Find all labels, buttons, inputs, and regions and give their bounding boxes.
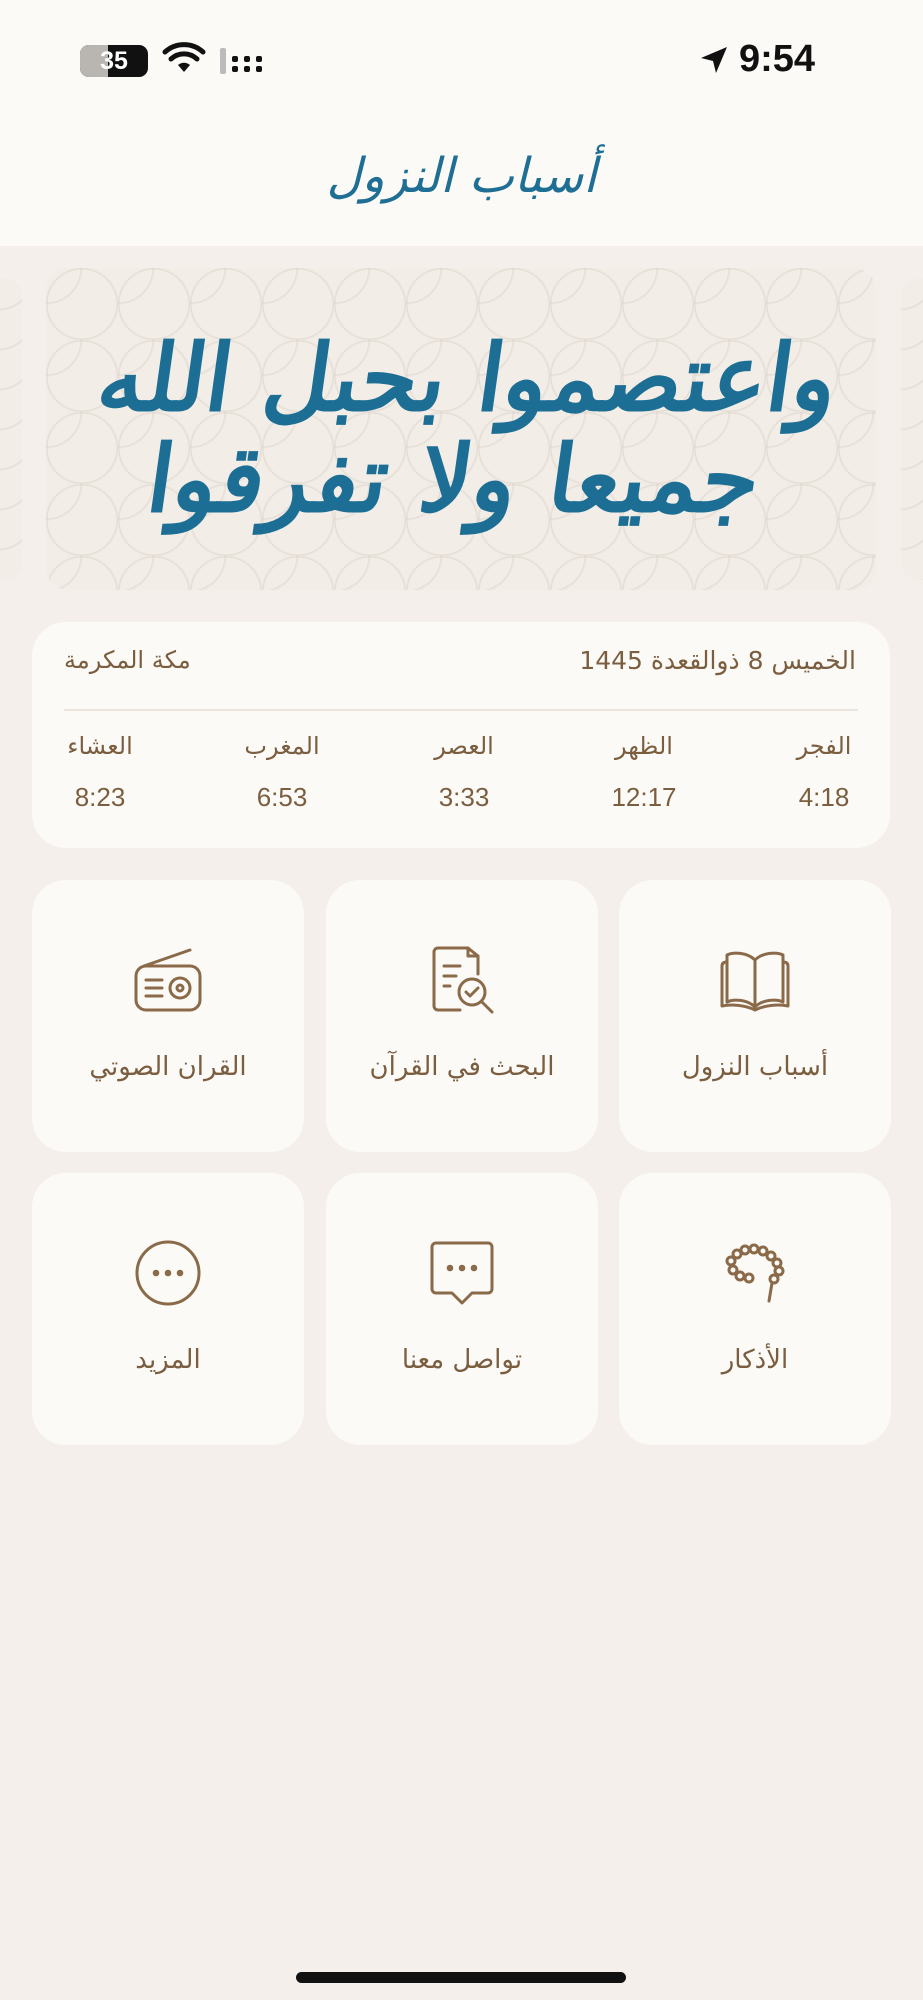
location-arrow-icon: [700, 46, 727, 73]
tile-audio-quran[interactable]: القران الصوتي: [32, 880, 304, 1152]
page-title: أسباب النزول: [326, 148, 597, 204]
cellular-signal-icon: [220, 48, 262, 74]
open-book-icon: [720, 951, 790, 1012]
tile-label: الأذكار: [721, 1345, 789, 1375]
prayer-time: 8:23: [74, 782, 126, 812]
prayer-time: 4:18: [798, 782, 850, 812]
tile-label: البحث في القرآن: [369, 1052, 555, 1082]
screen: 35 9:54 أسباب النزول واعتصموا بحبل الله …: [0, 0, 923, 2000]
banner-calligraphy: واعتصموا بحبل الله جميعا ولا تفرقوا: [91, 323, 846, 533]
tile-label: تواصل معنا: [401, 1345, 523, 1375]
hijri-date: الخميس 8 ذوالقعدة 1445: [579, 646, 856, 675]
tile-contact-us[interactable]: تواصل معنا: [326, 1173, 598, 1445]
status-time: 9:54: [699, 38, 815, 81]
tile-label: أسباب النزول: [681, 1052, 829, 1082]
home-indicator[interactable]: [296, 1972, 626, 1983]
prayer-fajr: الفجر 4:18: [764, 732, 884, 813]
status-time-label: 9:54: [738, 38, 815, 80]
tile-quran-search[interactable]: البحث في القرآن: [326, 880, 598, 1152]
banner-card[interactable]: واعتصموا بحبل الله جميعا ولا تفرقوا: [46, 268, 876, 590]
battery-indicator: 35: [80, 45, 148, 77]
prayer-time: 6:53: [256, 782, 308, 812]
prayer-dhuhr: الظهر 12:17: [584, 732, 704, 813]
city-name[interactable]: مكة المكرمة: [64, 646, 191, 674]
prayer-name: العصر: [434, 732, 494, 760]
tile-label: المزيد: [135, 1345, 201, 1375]
battery-level: 35: [100, 46, 128, 75]
prayer-isha: العشاء 8:23: [40, 732, 160, 813]
tile-adhkar[interactable]: الأذكار: [619, 1173, 891, 1445]
carousel-prev-card[interactable]: [0, 278, 22, 580]
prayer-name: الظهر: [615, 732, 673, 760]
tile-label: القران الصوتي: [89, 1052, 247, 1082]
radio-icon: [134, 948, 202, 1012]
prayer-beads-icon: [725, 1243, 785, 1303]
prayer-time: 3:33: [438, 782, 490, 812]
divider: [64, 709, 858, 711]
prayer-name: العشاء: [67, 732, 133, 760]
top-bar: 35 9:54 أسباب النزول: [0, 0, 923, 246]
chat-bubble-icon: [430, 1241, 494, 1305]
more-icon: [135, 1240, 201, 1306]
prayer-time: 12:17: [611, 782, 677, 812]
prayer-asr: العصر 3:33: [404, 732, 524, 813]
wifi-icon: [162, 42, 206, 72]
tile-more[interactable]: المزيد: [32, 1173, 304, 1445]
document-search-icon: [432, 946, 494, 1014]
prayer-name: الفجر: [796, 732, 852, 760]
prayer-name: المغرب: [244, 732, 320, 760]
carousel-next-card[interactable]: [901, 278, 923, 580]
prayer-times-card: الخميس 8 ذوالقعدة 1445 مكة المكرمة الفجر…: [32, 622, 890, 848]
prayer-maghrib: المغرب 6:53: [222, 732, 342, 813]
tile-asbab-al-nuzul[interactable]: أسباب النزول: [619, 880, 891, 1152]
